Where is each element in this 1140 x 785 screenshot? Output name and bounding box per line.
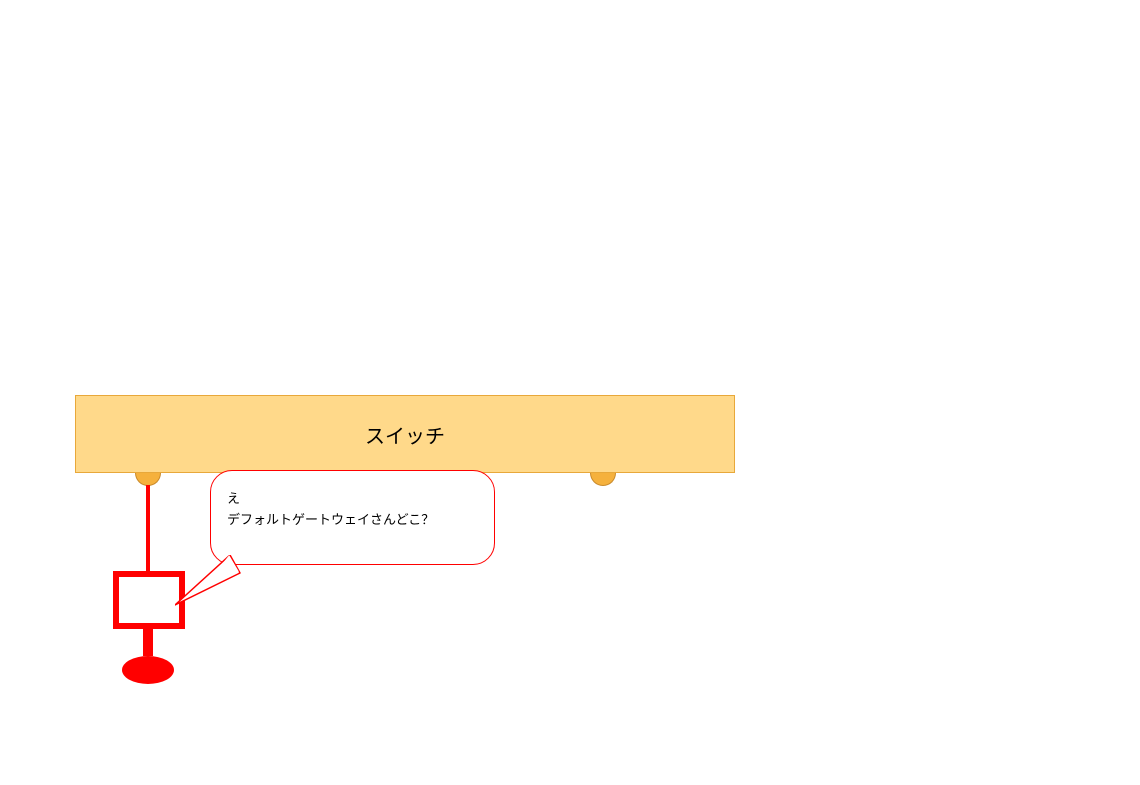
switch-device: スイッチ (75, 395, 735, 473)
speech-text: え デフォルトゲートウェイさんどこ？ (227, 489, 478, 531)
switch-port-2 (590, 473, 616, 486)
switch-label: スイッチ (365, 420, 445, 449)
network-diagram: スイッチ え デフォルトゲートウェイさんどこ？ (0, 0, 1140, 785)
speech-line-1: え (227, 489, 478, 510)
network-cable (146, 485, 150, 577)
computer-icon (110, 570, 188, 693)
speech-line-2: デフォルトゲートウェイさんどこ？ (227, 510, 478, 531)
speech-bubble: え デフォルトゲートウェイさんどこ？ (210, 470, 495, 565)
